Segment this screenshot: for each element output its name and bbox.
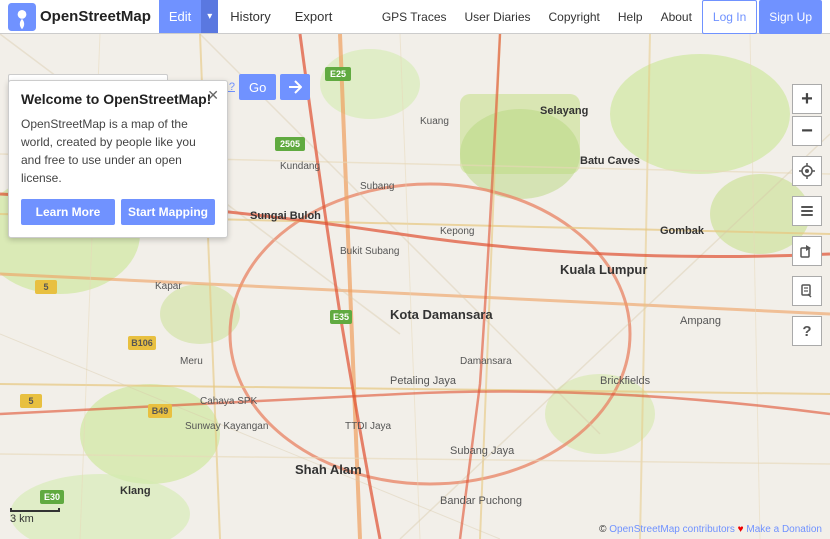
svg-text:Cahaya SPK: Cahaya SPK (200, 396, 258, 407)
svg-text:TTDI Jaya: TTDI Jaya (345, 421, 392, 432)
directions-button[interactable] (280, 74, 310, 100)
svg-text:Brickfields: Brickfields (600, 375, 651, 387)
svg-text:Petaling Jaya: Petaling Jaya (390, 375, 457, 387)
directions-icon (288, 80, 302, 94)
note-icon (800, 284, 814, 298)
svg-text:5: 5 (28, 396, 33, 406)
welcome-title: Welcome to OpenStreetMap! (21, 91, 215, 107)
osm-logo-icon (8, 3, 36, 31)
log-in-link[interactable]: Log In (702, 0, 757, 34)
edit-dropdown[interactable]: Edit ▾ (159, 0, 218, 33)
svg-text:B106: B106 (131, 338, 153, 348)
start-mapping-button[interactable]: Start Mapping (121, 199, 215, 225)
edit-dropdown-arrow[interactable]: ▾ (201, 0, 218, 33)
map-controls: + − (792, 84, 822, 346)
svg-text:Kapar: Kapar (155, 281, 182, 292)
layers-button[interactable] (792, 196, 822, 226)
svg-text:Kundang: Kundang (280, 161, 320, 172)
osm-attribution-link[interactable]: OpenStreetMap contributors (609, 524, 735, 535)
copyright-link[interactable]: Copyright (541, 0, 608, 34)
logo-text[interactable]: OpenStreetMap (40, 8, 151, 25)
attribution-text: © OpenStreetMap contributors (599, 524, 735, 535)
note-button[interactable] (792, 276, 822, 306)
svg-text:5: 5 (43, 282, 48, 292)
svg-text:Klang: Klang (120, 485, 151, 497)
go-button[interactable]: Go (239, 74, 276, 100)
svg-text:Meru: Meru (180, 356, 203, 367)
svg-text:E35: E35 (333, 312, 349, 322)
svg-text:Sunway Kayangan: Sunway Kayangan (185, 421, 268, 432)
top-navigation: OpenStreetMap Edit ▾ History Export GPS … (0, 0, 830, 34)
svg-text:Sungai Buloh: Sungai Buloh (250, 210, 321, 222)
share-button[interactable] (792, 236, 822, 266)
svg-text:Ampang: Ampang (680, 315, 721, 327)
edit-button[interactable]: Edit (159, 0, 201, 33)
donate-link[interactable]: Make a Donation (746, 524, 822, 535)
welcome-panel: ✕ Welcome to OpenStreetMap! OpenStreetMa… (8, 80, 228, 238)
svg-text:Gombak: Gombak (660, 225, 705, 237)
history-button[interactable]: History (218, 0, 282, 33)
svg-text:Kuala Lumpur: Kuala Lumpur (560, 262, 647, 277)
svg-text:2505: 2505 (280, 139, 300, 149)
svg-text:Subang: Subang (360, 181, 394, 192)
svg-text:Bukit Subang: Bukit Subang (340, 246, 400, 257)
gps-traces-link[interactable]: GPS Traces (374, 0, 455, 34)
svg-text:Batu Caves: Batu Caves (580, 155, 640, 167)
scale-line (10, 508, 60, 512)
svg-text:E25: E25 (330, 69, 346, 79)
user-diaries-link[interactable]: User Diaries (457, 0, 539, 34)
svg-text:Bandar Puchong: Bandar Puchong (440, 495, 522, 507)
locate-icon (799, 163, 815, 179)
svg-text:Kota Damansara: Kota Damansara (390, 307, 493, 322)
layers-icon (799, 203, 815, 219)
svg-text:E30: E30 (44, 492, 60, 502)
export-button[interactable]: Export (283, 0, 345, 33)
svg-text:Kepong: Kepong (440, 226, 474, 237)
scale-label: 3 km (10, 513, 34, 525)
query-button[interactable]: ? (792, 316, 822, 346)
about-link[interactable]: About (653, 0, 700, 34)
zoom-out-button[interactable]: − (792, 116, 822, 146)
welcome-text: OpenStreetMap is a map of the world, cre… (21, 115, 215, 187)
svg-text:B49: B49 (152, 406, 169, 416)
svg-text:Shah Alam: Shah Alam (295, 462, 362, 477)
zoom-in-button[interactable]: + (792, 84, 822, 114)
map-container[interactable]: Kota Damansara Petaling Jaya Kuala Lumpu… (0, 34, 830, 539)
help-link[interactable]: Help (610, 0, 651, 34)
learn-more-button[interactable]: Learn More (21, 199, 115, 225)
share-icon (800, 244, 814, 258)
logo-area[interactable]: OpenStreetMap (0, 3, 159, 31)
svg-text:Selayang: Selayang (540, 105, 588, 117)
sign-up-link[interactable]: Sign Up (759, 0, 822, 34)
welcome-close-button[interactable]: ✕ (207, 87, 219, 104)
svg-text:Kuang: Kuang (420, 116, 449, 127)
svg-text:Subang Jaya: Subang Jaya (450, 445, 515, 457)
locate-button[interactable] (792, 156, 822, 186)
attribution: © OpenStreetMap contributors ♥ Make a Do… (599, 524, 822, 535)
svg-text:Damansara: Damansara (460, 356, 512, 367)
scale-bar: 3 km (10, 508, 60, 525)
welcome-actions: Learn More Start Mapping (21, 199, 215, 225)
right-navigation: GPS Traces User Diaries Copyright Help A… (374, 0, 830, 34)
